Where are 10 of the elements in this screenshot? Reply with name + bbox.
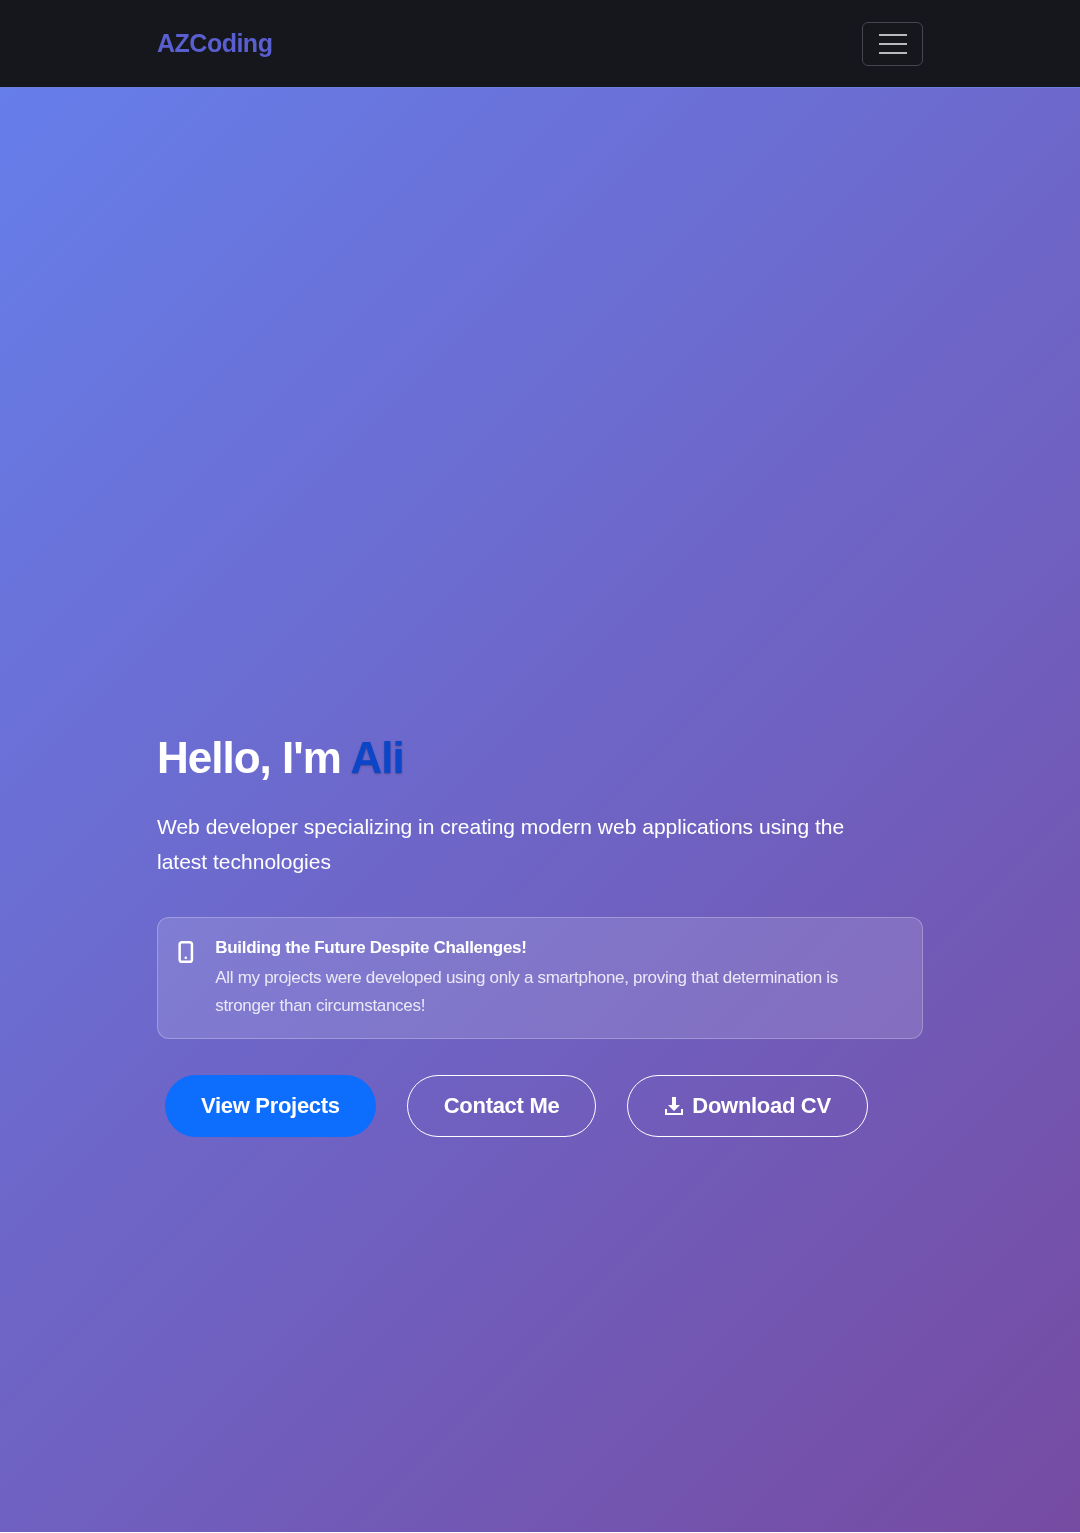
hero-description: Web developer specializing in creating modern web applications using the latest technologies bbox=[157, 814, 846, 875]
notice-title: Building the Future Despite Challenges! bbox=[215, 938, 528, 958]
hero-heading: Hello, I'm Ali bbox=[157, 733, 405, 783]
menu-button[interactable] bbox=[862, 21, 923, 66]
brand-link[interactable]: AZCoding bbox=[157, 29, 273, 58]
download-icon bbox=[664, 1096, 685, 1116]
menu-icon bbox=[877, 32, 908, 55]
view-projects-button[interactable]: View Projects bbox=[165, 1075, 376, 1137]
notice-text: All my projects were developed using only a smartphone, proving that determination is stronger than circumstances! bbox=[215, 967, 839, 1017]
smartphone-icon bbox=[178, 938, 196, 966]
